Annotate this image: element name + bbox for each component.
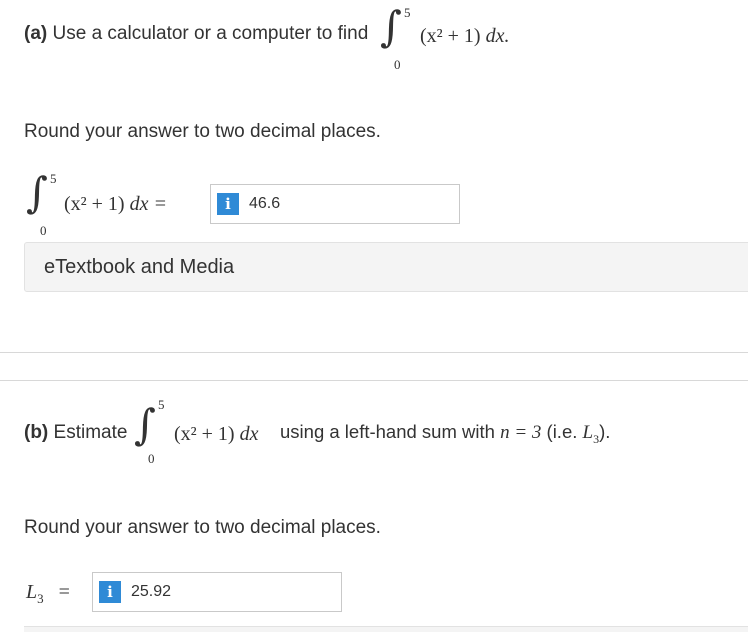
- integral-sign-icon: ∫: [26, 168, 48, 217]
- part-b-prompt-text: Estimate: [53, 422, 128, 443]
- integral-lower-limit: 0: [394, 57, 401, 72]
- integral-lower-limit: 0: [40, 223, 47, 238]
- part-a-prompt: (a) Use a calculator or a computer to fi…: [24, 24, 368, 43]
- integrand: (x² + 1) dx =: [64, 193, 167, 215]
- part-a-round-instruction: Round your answer to two decimal places.: [24, 121, 381, 142]
- integral-sign-icon: ∫: [380, 2, 402, 51]
- section-divider: [0, 352, 748, 353]
- integral-upper-limit: 5: [404, 5, 411, 20]
- info-icon[interactable]: i: [99, 581, 121, 603]
- part-a-label: (a): [24, 23, 48, 44]
- part-b-label: (b): [24, 422, 49, 443]
- part-a-answer-value: 46.6: [249, 195, 281, 212]
- part-a-answer-input[interactable]: i 46.6: [210, 184, 460, 224]
- part-a-answer-integral: ∫ 5 0 (x² + 1) dx =: [26, 172, 206, 242]
- integral-upper-limit: 5: [50, 171, 57, 186]
- part-b-round-instruction: Round your answer to two decimal places.: [24, 517, 381, 538]
- integral-sign-icon: ∫: [134, 400, 156, 449]
- integrand: (x² + 1) dx.: [420, 25, 510, 47]
- integrand: (x² + 1) dx: [174, 423, 259, 445]
- panel-edge: [24, 626, 748, 632]
- part-b-prompt: (b) Estimate: [24, 423, 127, 442]
- part-b-prompt-suffix: using a left-hand sum with n = 3 (i.e. L…: [280, 421, 611, 446]
- part-a-prompt-text: Use a calculator or a computer to find: [52, 23, 369, 44]
- part-b-answer-input[interactable]: i 25.92: [92, 572, 342, 612]
- integral-upper-limit: 5: [158, 397, 165, 412]
- part-b-answer-label: L3 =: [26, 581, 70, 606]
- part-b-answer-value: 25.92: [131, 583, 172, 600]
- etextbook-media-button[interactable]: eTextbook and Media: [24, 242, 748, 292]
- n-expression: n = 3: [500, 422, 542, 443]
- section-divider: [0, 380, 748, 381]
- integral-lower-limit: 0: [148, 451, 155, 466]
- info-icon[interactable]: i: [217, 193, 239, 215]
- etextbook-media-label: eTextbook and Media: [44, 256, 235, 278]
